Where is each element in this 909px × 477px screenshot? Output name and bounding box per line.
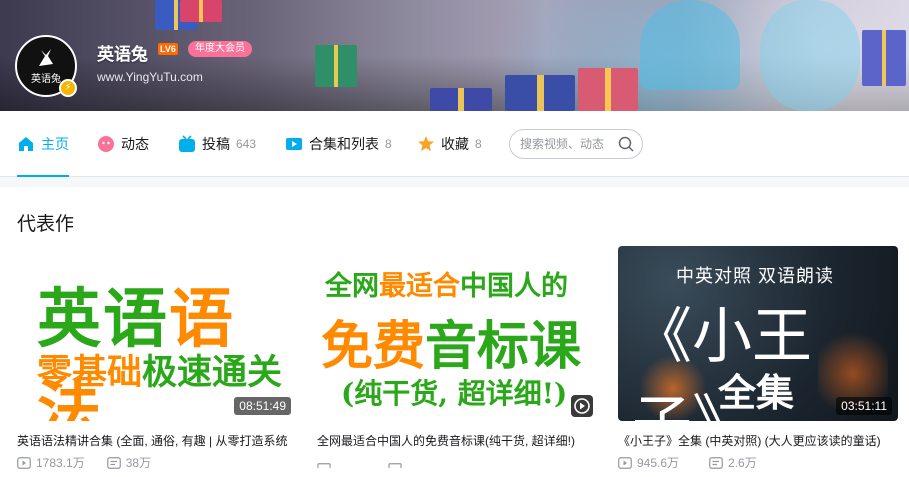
view-count: 945.6万 (618, 454, 679, 471)
play-count-icon (317, 463, 331, 468)
username[interactable]: 英语兔 (97, 40, 148, 65)
tab-posts[interactable]: 投稿 643 (178, 111, 256, 177)
tab-favorites[interactable]: 收藏 8 (417, 111, 482, 177)
tab-collections[interactable]: 合集和列表 8 (285, 111, 392, 177)
gift-decoration (315, 45, 357, 87)
gift-decoration (578, 68, 638, 111)
verified-badge-icon: ⚡ (59, 79, 77, 97)
gift-decoration (862, 30, 906, 86)
tab-dynamic-label: 动态 (121, 136, 149, 152)
search-icon[interactable] (618, 136, 634, 152)
tab-collections-count: 8 (385, 137, 392, 151)
level-badge: LV6 (158, 43, 178, 55)
home-icon (17, 135, 35, 153)
view-count: 1783.1万 (17, 454, 85, 471)
video-title[interactable]: 英语语法精讲合集 (全面, 通俗, 有趣 | 从零打造系统 (17, 432, 297, 449)
video-thumbnail[interactable]: 中英对照 双语朗读 《小王子》 全集 03:51:11 (618, 246, 898, 421)
play-overlay-icon[interactable] (571, 395, 593, 417)
vip-badge[interactable]: 年度大会员 (188, 41, 252, 57)
avatar[interactable]: 英语兔 ⚡ (15, 35, 77, 97)
gift-decoration (430, 88, 492, 111)
rabbit-logo-icon (35, 48, 57, 68)
view-count (317, 463, 336, 469)
search-input[interactable] (520, 137, 610, 151)
video-card[interactable]: 全网最适合中国人的 免费音标课 (纯干货, 超详细!) 全网最适合中国人的免费音… (317, 246, 597, 468)
section-title: 代表作 (17, 214, 75, 235)
tab-home-label: 主页 (41, 136, 69, 152)
danmaku-count (388, 463, 407, 469)
thumbnail-text: 全网最适合中国人的 (325, 271, 568, 301)
character-illustration (640, 0, 740, 90)
tab-posts-label: 投稿 (202, 136, 230, 152)
video-thumbnail[interactable]: 全网最适合中国人的 免费音标课 (纯干货, 超详细!) (317, 246, 597, 421)
play-count-icon (618, 456, 632, 469)
avatar-text: 英语兔 (31, 73, 61, 85)
tab-posts-count: 643 (236, 137, 257, 151)
video-thumbnail[interactable]: 英语语法 零基础极速通关 08:51:49 (17, 246, 297, 421)
tv-icon (178, 135, 196, 153)
thumbnail-text: 零基础极速通关 (37, 353, 283, 392)
tab-favorites-label: 收藏 (441, 136, 469, 152)
dynamic-icon (97, 135, 115, 153)
gift-decoration (505, 75, 575, 111)
play-count-icon (17, 456, 31, 469)
thumbnail-text: (纯干货, 超详细!) (341, 377, 568, 410)
gift-decoration (180, 0, 222, 22)
character-illustration (760, 0, 860, 111)
profile-banner: 英语兔 ⚡ 英语兔 LV6 年度大会员 www.YingYuTu.com (0, 0, 909, 111)
danmaku-icon (106, 456, 121, 469)
video-card[interactable]: 中英对照 双语朗读 《小王子》 全集 03:51:11 《小王子》全集 (中英对… (618, 246, 898, 470)
thumbnail-text: 中英对照 双语朗读 (676, 266, 835, 286)
danmaku-count: 38万 (106, 454, 151, 471)
profile-website: www.YingYuTu.com (97, 70, 203, 84)
search-box[interactable] (509, 129, 643, 159)
video-title[interactable]: 全网最适合中国人的免费音标课(纯干货, 超详细!) (317, 432, 597, 449)
video-duration: 08:51:49 (234, 397, 291, 415)
danmaku-icon (709, 456, 723, 469)
profile-nav: 主页 动态 投稿 643 合集和列表 8 收藏 8 (0, 111, 909, 178)
section-divider (0, 177, 909, 187)
tab-home[interactable]: 主页 (17, 111, 69, 178)
playlist-icon (285, 135, 303, 153)
video-card[interactable]: 英语语法 零基础极速通关 08:51:49 英语语法精讲合集 (全面, 通俗, … (17, 246, 297, 470)
tab-collections-label: 合集和列表 (309, 136, 379, 152)
video-stats: 1783.1万 38万 (17, 454, 173, 471)
video-title[interactable]: 《小王子》全集 (中英对照) (大人更应该读的童话) (618, 432, 898, 449)
danmaku-icon (388, 463, 402, 468)
tab-favorites-count: 8 (475, 137, 482, 151)
video-stats (317, 463, 429, 469)
thumbnail-text: 免费音标课 (321, 318, 582, 376)
video-stats: 945.6万 2.6万 (618, 454, 779, 471)
star-folder-icon (417, 135, 435, 153)
video-duration: 03:51:11 (836, 397, 892, 415)
danmaku-count: 2.6万 (709, 454, 757, 471)
thumbnail-text: 全集 (718, 370, 795, 415)
tab-dynamic[interactable]: 动态 (97, 111, 149, 177)
